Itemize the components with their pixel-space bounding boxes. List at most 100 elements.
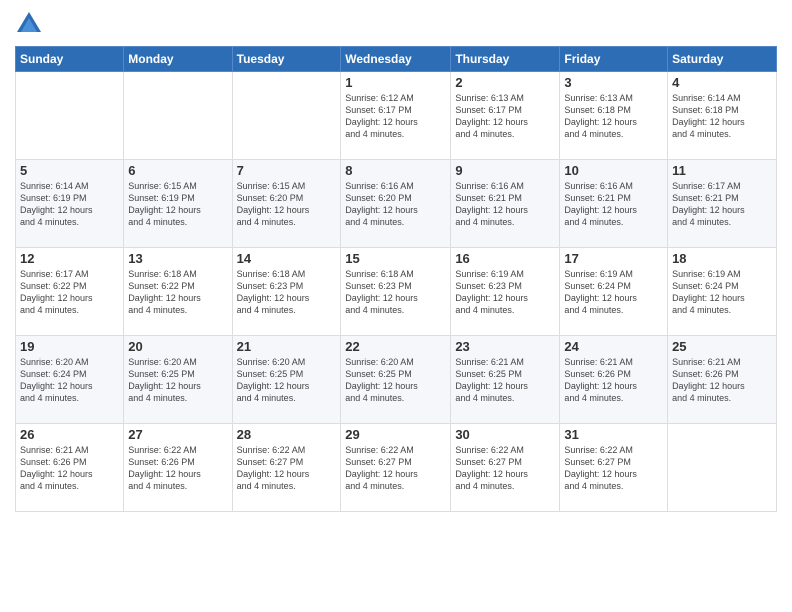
day-number: 5 (20, 163, 119, 178)
calendar-cell (232, 72, 341, 160)
weekday-header: Saturday (668, 47, 777, 72)
day-info: Sunrise: 6:17 AM Sunset: 6:21 PM Dayligh… (672, 180, 772, 229)
day-info: Sunrise: 6:15 AM Sunset: 6:19 PM Dayligh… (128, 180, 227, 229)
day-info: Sunrise: 6:16 AM Sunset: 6:20 PM Dayligh… (345, 180, 446, 229)
calendar-week-row: 5 Sunrise: 6:14 AM Sunset: 6:19 PM Daylig… (16, 160, 777, 248)
calendar-cell: 23 Sunrise: 6:21 AM Sunset: 6:25 PM Dayli… (451, 336, 560, 424)
calendar-cell: 11Sunrise: 6:17 AM Sunset: 6:21 PM Dayli… (668, 160, 777, 248)
calendar-cell: 17 Sunrise: 6:19 AM Sunset: 6:24 PM Dayli… (560, 248, 668, 336)
day-info: Sunrise: 6:20 AM Sunset: 6:25 PM Dayligh… (345, 356, 446, 405)
day-info: Sunrise: 6:20 AM Sunset: 6:25 PM Dayligh… (128, 356, 227, 405)
day-info: Sunrise: 6:14 AM Sunset: 6:19 PM Dayligh… (20, 180, 119, 229)
day-number: 28 (237, 427, 337, 442)
day-number: 1 (345, 75, 446, 90)
calendar-cell: 25Sunrise: 6:21 AM Sunset: 6:26 PM Dayli… (668, 336, 777, 424)
calendar-cell: 5 Sunrise: 6:14 AM Sunset: 6:19 PM Daylig… (16, 160, 124, 248)
day-info: Sunrise: 6:18 AM Sunset: 6:23 PM Dayligh… (237, 268, 337, 317)
day-number: 27 (128, 427, 227, 442)
day-number: 23 (455, 339, 555, 354)
day-number: 6 (128, 163, 227, 178)
day-info: Sunrise: 6:22 AM Sunset: 6:26 PM Dayligh… (128, 444, 227, 493)
day-number: 16 (455, 251, 555, 266)
calendar: SundayMondayTuesdayWednesdayThursdayFrid… (15, 46, 777, 512)
calendar-cell: 6 Sunrise: 6:15 AM Sunset: 6:19 PM Daylig… (124, 160, 232, 248)
day-number: 24 (564, 339, 663, 354)
day-number: 17 (564, 251, 663, 266)
calendar-week-row: 26Sunrise: 6:21 AM Sunset: 6:26 PM Dayli… (16, 424, 777, 512)
calendar-cell: 15 Sunrise: 6:18 AM Sunset: 6:23 PM Dayli… (341, 248, 451, 336)
day-info: Sunrise: 6:17 AM Sunset: 6:22 PM Dayligh… (20, 268, 119, 317)
calendar-cell: 3 Sunrise: 6:13 AM Sunset: 6:18 PM Daylig… (560, 72, 668, 160)
calendar-cell: 7 Sunrise: 6:15 AM Sunset: 6:20 PM Daylig… (232, 160, 341, 248)
day-number: 13 (128, 251, 227, 266)
day-number: 18 (672, 251, 772, 266)
calendar-cell: 24 Sunrise: 6:21 AM Sunset: 6:26 PM Dayli… (560, 336, 668, 424)
calendar-cell (16, 72, 124, 160)
weekday-header: Tuesday (232, 47, 341, 72)
day-number: 2 (455, 75, 555, 90)
calendar-cell: 21 Sunrise: 6:20 AM Sunset: 6:25 PM Dayli… (232, 336, 341, 424)
day-info: Sunrise: 6:13 AM Sunset: 6:17 PM Dayligh… (455, 92, 555, 141)
day-info: Sunrise: 6:21 AM Sunset: 6:26 PM Dayligh… (564, 356, 663, 405)
calendar-week-row: 12 Sunrise: 6:17 AM Sunset: 6:22 PM Dayli… (16, 248, 777, 336)
calendar-header-row: SundayMondayTuesdayWednesdayThursdayFrid… (16, 47, 777, 72)
day-number: 12 (20, 251, 119, 266)
calendar-cell: 4Sunrise: 6:14 AM Sunset: 6:18 PM Daylig… (668, 72, 777, 160)
calendar-cell: 8 Sunrise: 6:16 AM Sunset: 6:20 PM Daylig… (341, 160, 451, 248)
day-info: Sunrise: 6:13 AM Sunset: 6:18 PM Dayligh… (564, 92, 663, 141)
day-info: Sunrise: 6:18 AM Sunset: 6:23 PM Dayligh… (345, 268, 446, 317)
day-number: 19 (20, 339, 119, 354)
header (15, 10, 777, 38)
day-info: Sunrise: 6:21 AM Sunset: 6:25 PM Dayligh… (455, 356, 555, 405)
weekday-header: Thursday (451, 47, 560, 72)
day-number: 14 (237, 251, 337, 266)
day-info: Sunrise: 6:19 AM Sunset: 6:23 PM Dayligh… (455, 268, 555, 317)
weekday-header: Monday (124, 47, 232, 72)
calendar-cell: 27 Sunrise: 6:22 AM Sunset: 6:26 PM Dayli… (124, 424, 232, 512)
day-number: 15 (345, 251, 446, 266)
calendar-cell: 2 Sunrise: 6:13 AM Sunset: 6:17 PM Daylig… (451, 72, 560, 160)
day-number: 8 (345, 163, 446, 178)
day-number: 22 (345, 339, 446, 354)
calendar-cell: 10 Sunrise: 6:16 AM Sunset: 6:21 PM Dayli… (560, 160, 668, 248)
calendar-cell: 12 Sunrise: 6:17 AM Sunset: 6:22 PM Dayli… (16, 248, 124, 336)
calendar-cell (668, 424, 777, 512)
day-number: 31 (564, 427, 663, 442)
day-info: Sunrise: 6:19 AM Sunset: 6:24 PM Dayligh… (672, 268, 772, 317)
day-info: Sunrise: 6:21 AM Sunset: 6:26 PM Dayligh… (672, 356, 772, 405)
calendar-cell: 19 Sunrise: 6:20 AM Sunset: 6:24 PM Dayli… (16, 336, 124, 424)
day-info: Sunrise: 6:15 AM Sunset: 6:20 PM Dayligh… (237, 180, 337, 229)
calendar-cell: 20 Sunrise: 6:20 AM Sunset: 6:25 PM Dayli… (124, 336, 232, 424)
day-number: 20 (128, 339, 227, 354)
calendar-cell (124, 72, 232, 160)
calendar-cell: 16 Sunrise: 6:19 AM Sunset: 6:23 PM Dayli… (451, 248, 560, 336)
day-number: 3 (564, 75, 663, 90)
day-info: Sunrise: 6:16 AM Sunset: 6:21 PM Dayligh… (564, 180, 663, 229)
calendar-cell: 9Sunrise: 6:16 AM Sunset: 6:21 PM Daylig… (451, 160, 560, 248)
day-number: 26 (20, 427, 119, 442)
weekday-header: Sunday (16, 47, 124, 72)
calendar-cell: 31 Sunrise: 6:22 AM Sunset: 6:27 PM Dayli… (560, 424, 668, 512)
day-number: 21 (237, 339, 337, 354)
day-info: Sunrise: 6:22 AM Sunset: 6:27 PM Dayligh… (564, 444, 663, 493)
calendar-cell: 1 Sunrise: 6:12 AM Sunset: 6:17 PM Daylig… (341, 72, 451, 160)
page: SundayMondayTuesdayWednesdayThursdayFrid… (0, 0, 792, 612)
day-number: 7 (237, 163, 337, 178)
day-info: Sunrise: 6:19 AM Sunset: 6:24 PM Dayligh… (564, 268, 663, 317)
weekday-header: Wednesday (341, 47, 451, 72)
day-info: Sunrise: 6:22 AM Sunset: 6:27 PM Dayligh… (455, 444, 555, 493)
day-info: Sunrise: 6:18 AM Sunset: 6:22 PM Dayligh… (128, 268, 227, 317)
calendar-cell: 26Sunrise: 6:21 AM Sunset: 6:26 PM Dayli… (16, 424, 124, 512)
day-info: Sunrise: 6:20 AM Sunset: 6:25 PM Dayligh… (237, 356, 337, 405)
calendar-cell: 30Sunrise: 6:22 AM Sunset: 6:27 PM Dayli… (451, 424, 560, 512)
logo (15, 10, 47, 38)
day-info: Sunrise: 6:20 AM Sunset: 6:24 PM Dayligh… (20, 356, 119, 405)
day-number: 10 (564, 163, 663, 178)
day-number: 29 (345, 427, 446, 442)
calendar-week-row: 1 Sunrise: 6:12 AM Sunset: 6:17 PM Daylig… (16, 72, 777, 160)
day-number: 4 (672, 75, 772, 90)
calendar-cell: 22 Sunrise: 6:20 AM Sunset: 6:25 PM Dayli… (341, 336, 451, 424)
calendar-cell: 29Sunrise: 6:22 AM Sunset: 6:27 PM Dayli… (341, 424, 451, 512)
day-info: Sunrise: 6:22 AM Sunset: 6:27 PM Dayligh… (237, 444, 337, 493)
day-info: Sunrise: 6:12 AM Sunset: 6:17 PM Dayligh… (345, 92, 446, 141)
